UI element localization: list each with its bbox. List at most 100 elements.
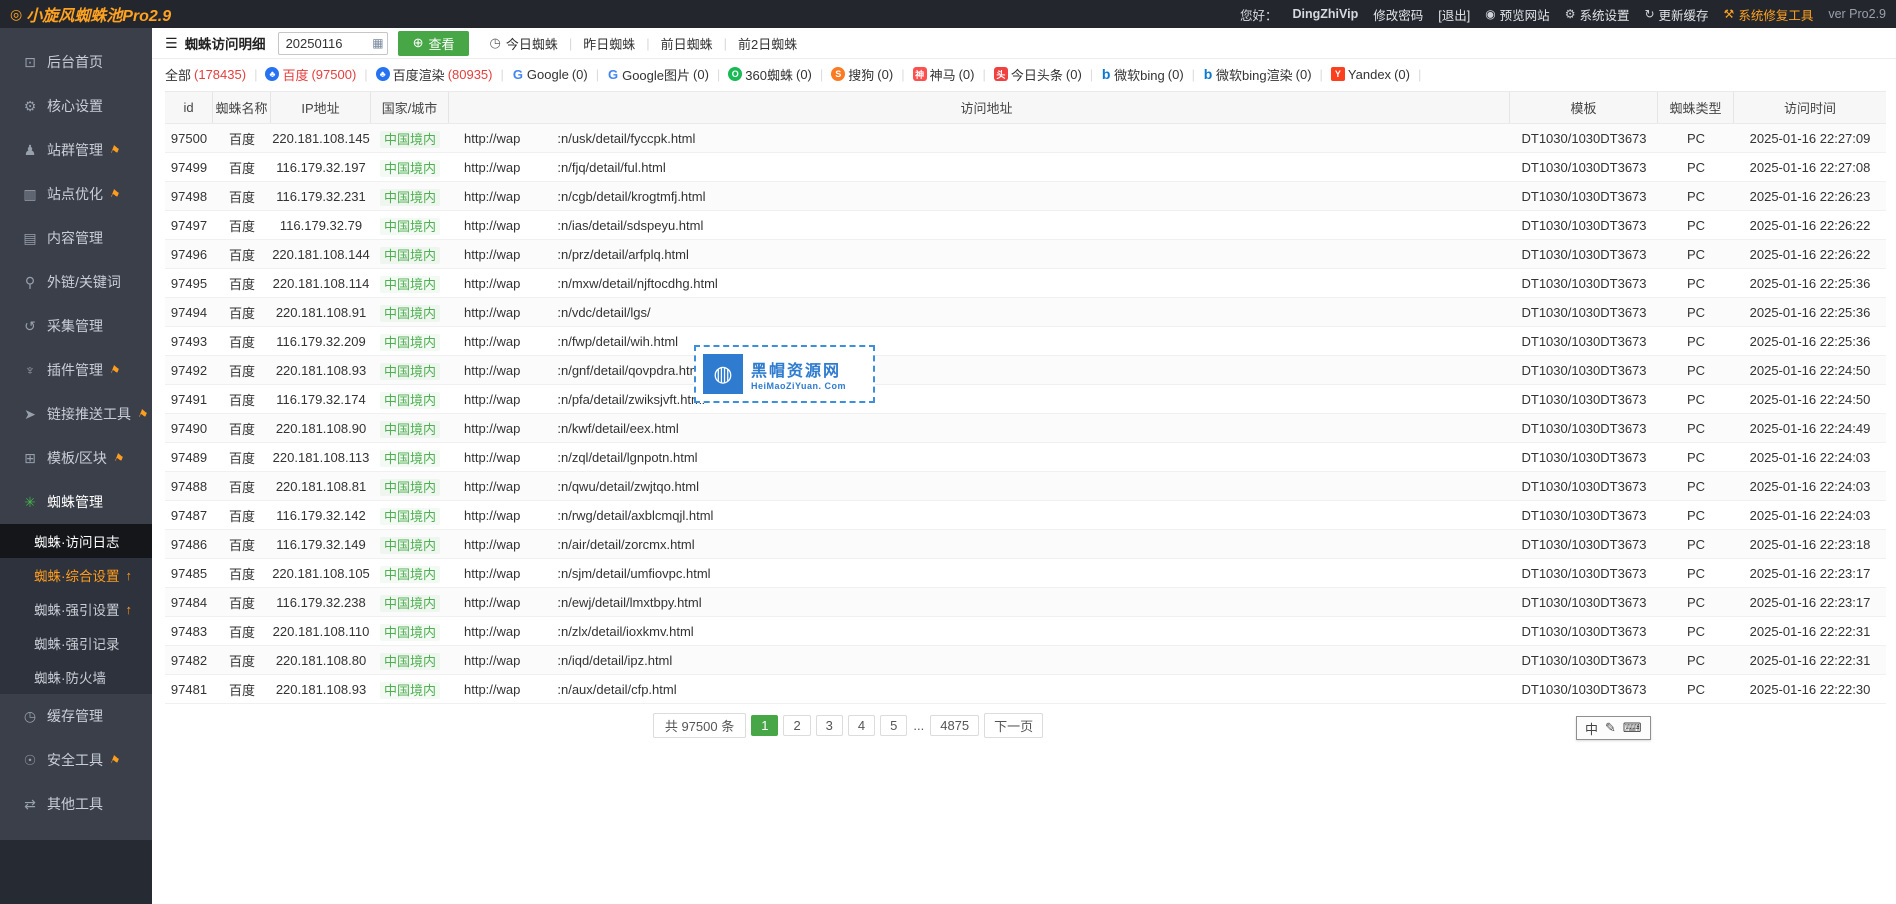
view-button[interactable]: ⊕ 查看 xyxy=(398,31,470,56)
baidu-icon: ♣ xyxy=(265,67,279,81)
table-row: 97490百度220.181.108.90中国境内http://wap:n/kw… xyxy=(165,414,1886,443)
cell-ip: 220.181.108.145 xyxy=(271,131,371,146)
cell-visit-url: http://wap:n/kwf/detail/eex.html xyxy=(449,421,1510,436)
cell-visit-time: 2025-01-16 22:26:22 xyxy=(1734,218,1886,233)
ime-tool-icon[interactable]: ✎ xyxy=(1605,720,1616,736)
gear-icon: ⚙ xyxy=(22,98,38,115)
refresh-cache-link[interactable]: ↻ 更新缓存 xyxy=(1644,5,1708,24)
filter-google[interactable]: GGoogle图片(0) xyxy=(607,65,709,84)
sidebar-subitem[interactable]: 蜘蛛·防火墙 xyxy=(0,660,152,694)
sidebar-item-label: 蜘蛛管理 xyxy=(47,492,103,512)
system-repair-link[interactable]: ⚒ 系统修复工具 xyxy=(1724,5,1814,24)
cell-region: 中国境内 xyxy=(371,361,449,380)
column-header-type: 蜘蛛类型 xyxy=(1658,92,1734,123)
cell-visit-time: 2025-01-16 22:26:23 xyxy=(1734,189,1886,204)
region-badge: 中国境内 xyxy=(380,682,440,699)
page-button-4[interactable]: 4 xyxy=(848,715,875,736)
username[interactable]: DingZhiVip xyxy=(1292,7,1358,21)
monitor-icon: ⊡ xyxy=(22,54,38,71)
sidebar-item[interactable]: ☉安全工具⚑ xyxy=(0,738,152,782)
sidebar-item[interactable]: ▤内容管理 xyxy=(0,216,152,260)
quick-link[interactable]: ◷今日蜘蛛 xyxy=(489,34,557,53)
pin-icon: ⚑ xyxy=(108,362,122,378)
filter-toutiao[interactable]: 头今日头条(0) xyxy=(994,65,1082,84)
filter-shenma[interactable]: 神神马(0) xyxy=(913,65,975,84)
sidebar-item[interactable]: ⇄其他工具 xyxy=(0,782,152,826)
magnifier-icon: ⊕ xyxy=(413,35,424,51)
sidebar-item-label: 后台首页 xyxy=(47,52,103,72)
url-prefix: http://wap xyxy=(464,305,520,320)
sidebar-item[interactable]: ▥站点优化⚑ xyxy=(0,172,152,216)
filter-count: (0) xyxy=(959,67,975,82)
sidebar-item[interactable]: ⊞模板/区块⚑ xyxy=(0,436,152,480)
page-button-2[interactable]: 2 xyxy=(783,715,810,736)
sidebar-item-label: 站点优化 xyxy=(47,184,103,204)
filter-bing[interactable]: b微软bing渲染(0) xyxy=(1203,65,1311,84)
filter-google[interactable]: GGoogle(0) xyxy=(512,67,588,82)
up-arrow-icon: ↑ xyxy=(126,602,133,617)
date-input[interactable] xyxy=(278,32,388,55)
cell-ip: 220.181.108.114 xyxy=(271,276,371,291)
sidebar-item[interactable]: ⊡ 后台首页 xyxy=(0,40,152,84)
quick-link[interactable]: 昨日蜘蛛 xyxy=(583,34,635,53)
page-button-last[interactable]: 4875 xyxy=(930,715,979,736)
cell-id: 97495 xyxy=(165,276,213,291)
ime-tool-icon[interactable]: ⌨ xyxy=(1623,720,1642,736)
sidebar-subitem[interactable]: 蜘蛛·强引记录 xyxy=(0,626,152,660)
filter-label: Yandex xyxy=(1348,67,1391,82)
cell-visit-url: http://wap:n/fwp/detail/wih.html xyxy=(449,334,1510,349)
pin-icon: ⚑ xyxy=(108,186,122,202)
cell-id: 97490 xyxy=(165,421,213,436)
quick-link[interactable]: 前2日蜘蛛 xyxy=(738,34,797,53)
cell-spider-type: PC xyxy=(1658,305,1734,320)
sidebar-subitem[interactable]: 蜘蛛·访问日志 xyxy=(0,524,152,558)
cell-id: 97482 xyxy=(165,653,213,668)
page-button-1[interactable]: 1 xyxy=(751,715,778,736)
sidebar-item[interactable]: ↺采集管理 xyxy=(0,304,152,348)
sidebar-item[interactable]: ◷缓存管理 xyxy=(0,694,152,738)
preview-site-link[interactable]: ◉ 预览网站 xyxy=(1485,5,1550,24)
sidebar-subitem[interactable]: 蜘蛛·综合设置↑ xyxy=(0,558,152,592)
quick-link[interactable]: 前日蜘蛛 xyxy=(661,34,713,53)
filter-baidu[interactable]: ♣百度(97500) xyxy=(265,65,356,84)
filter-360[interactable]: O360蜘蛛(0) xyxy=(728,65,812,84)
filter-all[interactable]: 全部(178435) xyxy=(165,65,246,84)
filter-count: (0) xyxy=(1168,67,1184,82)
sogou-icon: S xyxy=(831,67,845,81)
next-page-button[interactable]: 下一页 xyxy=(984,713,1043,738)
logout-link[interactable]: [退出] xyxy=(1438,5,1470,24)
sidebar-item[interactable]: ♟站群管理⚑ xyxy=(0,128,152,172)
page-button-5[interactable]: 5 xyxy=(880,715,907,736)
filter-label: 百度渲染 xyxy=(393,65,445,84)
filter-bing[interactable]: b微软bing(0) xyxy=(1101,65,1183,84)
sidebar-item[interactable]: ⚲外链/关键词 xyxy=(0,260,152,304)
change-password-link[interactable]: 修改密码 xyxy=(1373,5,1423,24)
cell-spider-name: 百度 xyxy=(213,245,271,264)
separator: | xyxy=(254,67,257,82)
sidebar-item[interactable]: ♆插件管理⚑ xyxy=(0,348,152,392)
system-settings-link[interactable]: ⚙ 系统设置 xyxy=(1565,5,1630,24)
table-row: 97485百度220.181.108.105中国境内http://wap:n/s… xyxy=(165,559,1886,588)
page-button-3[interactable]: 3 xyxy=(816,715,843,736)
cell-id: 97487 xyxy=(165,508,213,523)
region-badge: 中国境内 xyxy=(380,566,440,583)
quick-link-label: 前日蜘蛛 xyxy=(661,34,713,53)
column-header-time: 访问时间 xyxy=(1734,92,1886,123)
region-badge: 中国境内 xyxy=(380,653,440,670)
filter-yandex[interactable]: YYandex(0) xyxy=(1331,67,1410,82)
sidebar-item[interactable]: ➤链接推送工具⚑ xyxy=(0,392,152,436)
url-path: :n/aux/detail/cfp.html xyxy=(557,682,676,697)
ime-toolbar[interactable]: 中 ✎ ⌨ xyxy=(1576,716,1651,740)
url-prefix: http://wap xyxy=(464,682,520,697)
cell-template: DT1030/1030DT3673 xyxy=(1510,218,1658,233)
sidebar-subitem[interactable]: 蜘蛛·强引设置↑ xyxy=(0,592,152,626)
url-prefix: http://wap xyxy=(464,334,520,349)
sidebar-item[interactable]: ⚙核心设置 xyxy=(0,84,152,128)
filter-baidu[interactable]: ♣百度渲染(80935) xyxy=(376,65,493,84)
ime-lang-toggle[interactable]: 中 xyxy=(1585,719,1598,738)
sidebar-item[interactable]: ✳蜘蛛管理 xyxy=(0,480,152,524)
cell-ip: 116.179.32.149 xyxy=(271,537,371,552)
calendar-icon[interactable]: ▦ xyxy=(372,36,383,50)
filter-sogou[interactable]: S搜狗(0) xyxy=(831,65,893,84)
document-icon: ▤ xyxy=(22,230,38,247)
